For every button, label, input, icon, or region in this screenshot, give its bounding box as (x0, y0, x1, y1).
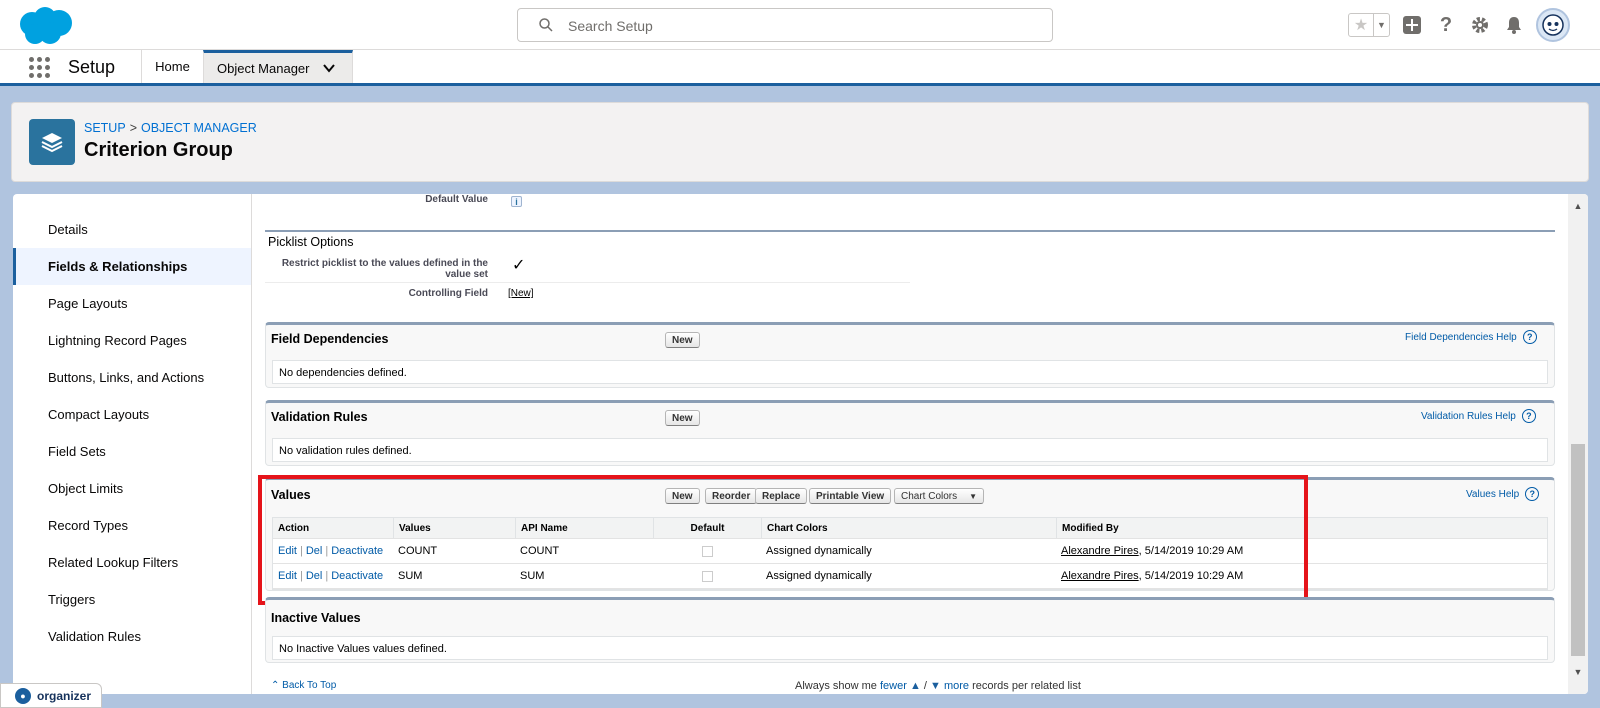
gear-icon[interactable] (1468, 13, 1492, 37)
triangle-down-icon[interactable]: ▼ (930, 680, 941, 692)
sidebar-item-page-layouts[interactable]: Page Layouts (13, 285, 251, 322)
row-divider (265, 282, 910, 283)
picklist-options-title: Picklist Options (268, 235, 354, 249)
field-dependencies-help-label[interactable]: Field Dependencies Help (1405, 332, 1517, 343)
star-icon[interactable]: ★ (1349, 14, 1373, 36)
validation-rules-title: Validation Rules (271, 410, 368, 424)
tab-object-manager[interactable]: Object Manager (203, 50, 353, 83)
tab-home[interactable]: Home (141, 50, 203, 83)
restrict-label-line2: value set (445, 269, 488, 280)
salesforce-logo-icon[interactable] (16, 6, 74, 46)
validation-rules-help-link[interactable]: Validation Rules Help ? (1421, 409, 1536, 423)
help-icon[interactable]: ? (1525, 487, 1540, 501)
app-navigation: Setup Home Object Manager (0, 50, 1600, 86)
sidebar-item-field-sets[interactable]: Field Sets (13, 433, 251, 470)
controlling-field-label: Controlling Field (408, 288, 488, 299)
field-dependencies-title: Field Dependencies (271, 332, 389, 346)
validation-rules-help-label[interactable]: Validation Rules Help (1421, 411, 1516, 422)
breadcrumb-separator: > (129, 121, 137, 135)
check-icon: ✓ (512, 257, 526, 274)
search-input[interactable] (568, 16, 1028, 36)
plus-icon[interactable] (1400, 13, 1424, 37)
object-sidebar: Details Fields & Relationships Page Layo… (13, 194, 252, 694)
inactive-values-empty: No Inactive Values values defined. (272, 636, 1548, 660)
restrict-label-line1: Restrict picklist to the values defined … (281, 258, 488, 269)
breadcrumb: SETUP > OBJECT MANAGER (84, 121, 257, 135)
setup-search[interactable] (517, 8, 1053, 42)
scroll-down-icon[interactable]: ▼ (1568, 664, 1588, 680)
favorites-group[interactable]: ★ ▼ (1348, 13, 1390, 37)
always-show-label: Always show me (795, 680, 877, 692)
sidebar-item-lightning-record-pages[interactable]: Lightning Record Pages (13, 322, 251, 359)
sidebar-item-buttons-links-actions[interactable]: Buttons, Links, and Actions (13, 359, 251, 396)
chevron-up-icon: ⌃ (271, 680, 280, 691)
controlling-field-new-link[interactable]: [New] (508, 288, 534, 299)
chevron-down-icon[interactable] (322, 61, 336, 75)
slash-separator: / (923, 680, 927, 692)
bell-icon[interactable] (1502, 13, 1526, 37)
section-divider (265, 230, 1555, 232)
default-value-label: Default Value (425, 194, 488, 205)
tab-object-manager-label: Object Manager (217, 60, 310, 76)
back-to-top-label[interactable]: Back To Top (282, 680, 336, 691)
organizer-widget[interactable]: ● organizer (0, 683, 102, 708)
triangle-up-icon[interactable]: ▲ (910, 680, 921, 692)
per-list-label: records per related list (972, 680, 1081, 692)
app-name: Setup (68, 57, 116, 77)
list-size-control: Always show me fewer ▲ / ▼ more records … (795, 680, 1081, 692)
sidebar-item-details[interactable]: Details (13, 211, 251, 248)
global-header: ★ ▼ ? (0, 0, 1600, 50)
sidebar-item-validation-rules[interactable]: Validation Rules (13, 618, 251, 655)
sidebar-item-record-types[interactable]: Record Types (13, 507, 251, 544)
search-icon (539, 18, 553, 32)
page-title: Criterion Group (84, 139, 233, 161)
back-to-top-link[interactable]: ⌃ Back To Top (271, 680, 336, 691)
breadcrumb-object-manager[interactable]: OBJECT MANAGER (141, 121, 257, 135)
object-header: SETUP > OBJECT MANAGER Criterion Group (11, 102, 1589, 182)
sidebar-item-fields-relationships[interactable]: Fields & Relationships (13, 248, 251, 285)
layers-icon (29, 119, 75, 165)
validation-rules-new-button[interactable]: New (665, 410, 700, 426)
scroll-up-icon[interactable]: ▲ (1568, 198, 1588, 214)
field-dependencies-empty: No dependencies defined. (272, 360, 1548, 384)
organizer-label[interactable]: organizer (37, 689, 91, 703)
sidebar-item-related-lookup-filters[interactable]: Related Lookup Filters (13, 544, 251, 581)
breadcrumb-setup[interactable]: SETUP (84, 121, 126, 135)
avatar[interactable] (1536, 8, 1570, 42)
validation-rules-empty: No validation rules defined. (272, 438, 1548, 462)
values-help-link[interactable]: Values Help ? (1466, 487, 1540, 501)
highlight-box (258, 475, 1308, 605)
sidebar-item-triggers[interactable]: Triggers (13, 581, 251, 618)
question-icon[interactable]: ? (1434, 13, 1458, 37)
more-link[interactable]: more (944, 680, 969, 692)
field-dependencies-help-link[interactable]: Field Dependencies Help ? (1405, 330, 1537, 344)
caret-down-icon[interactable]: ▼ (1373, 14, 1389, 36)
scrollbar[interactable]: ▲ ▼ (1568, 194, 1588, 694)
organizer-icon: ● (15, 687, 31, 704)
sidebar-item-object-limits[interactable]: Object Limits (13, 470, 251, 507)
app-launcher-icon[interactable] (29, 57, 51, 79)
field-dependencies-new-button[interactable]: New (665, 332, 700, 348)
info-icon[interactable]: i (511, 196, 522, 207)
help-icon[interactable]: ? (1522, 330, 1537, 344)
restrict-picklist-label: Restrict picklist to the values defined … (260, 258, 488, 280)
values-help-label[interactable]: Values Help (1466, 489, 1519, 500)
header-icons: ★ ▼ ? (1348, 8, 1570, 42)
inactive-values-title: Inactive Values (271, 611, 361, 625)
scroll-thumb[interactable] (1571, 444, 1585, 656)
sidebar-item-compact-layouts[interactable]: Compact Layouts (13, 396, 251, 433)
help-icon[interactable]: ? (1521, 409, 1536, 423)
fewer-link[interactable]: fewer (880, 680, 907, 692)
